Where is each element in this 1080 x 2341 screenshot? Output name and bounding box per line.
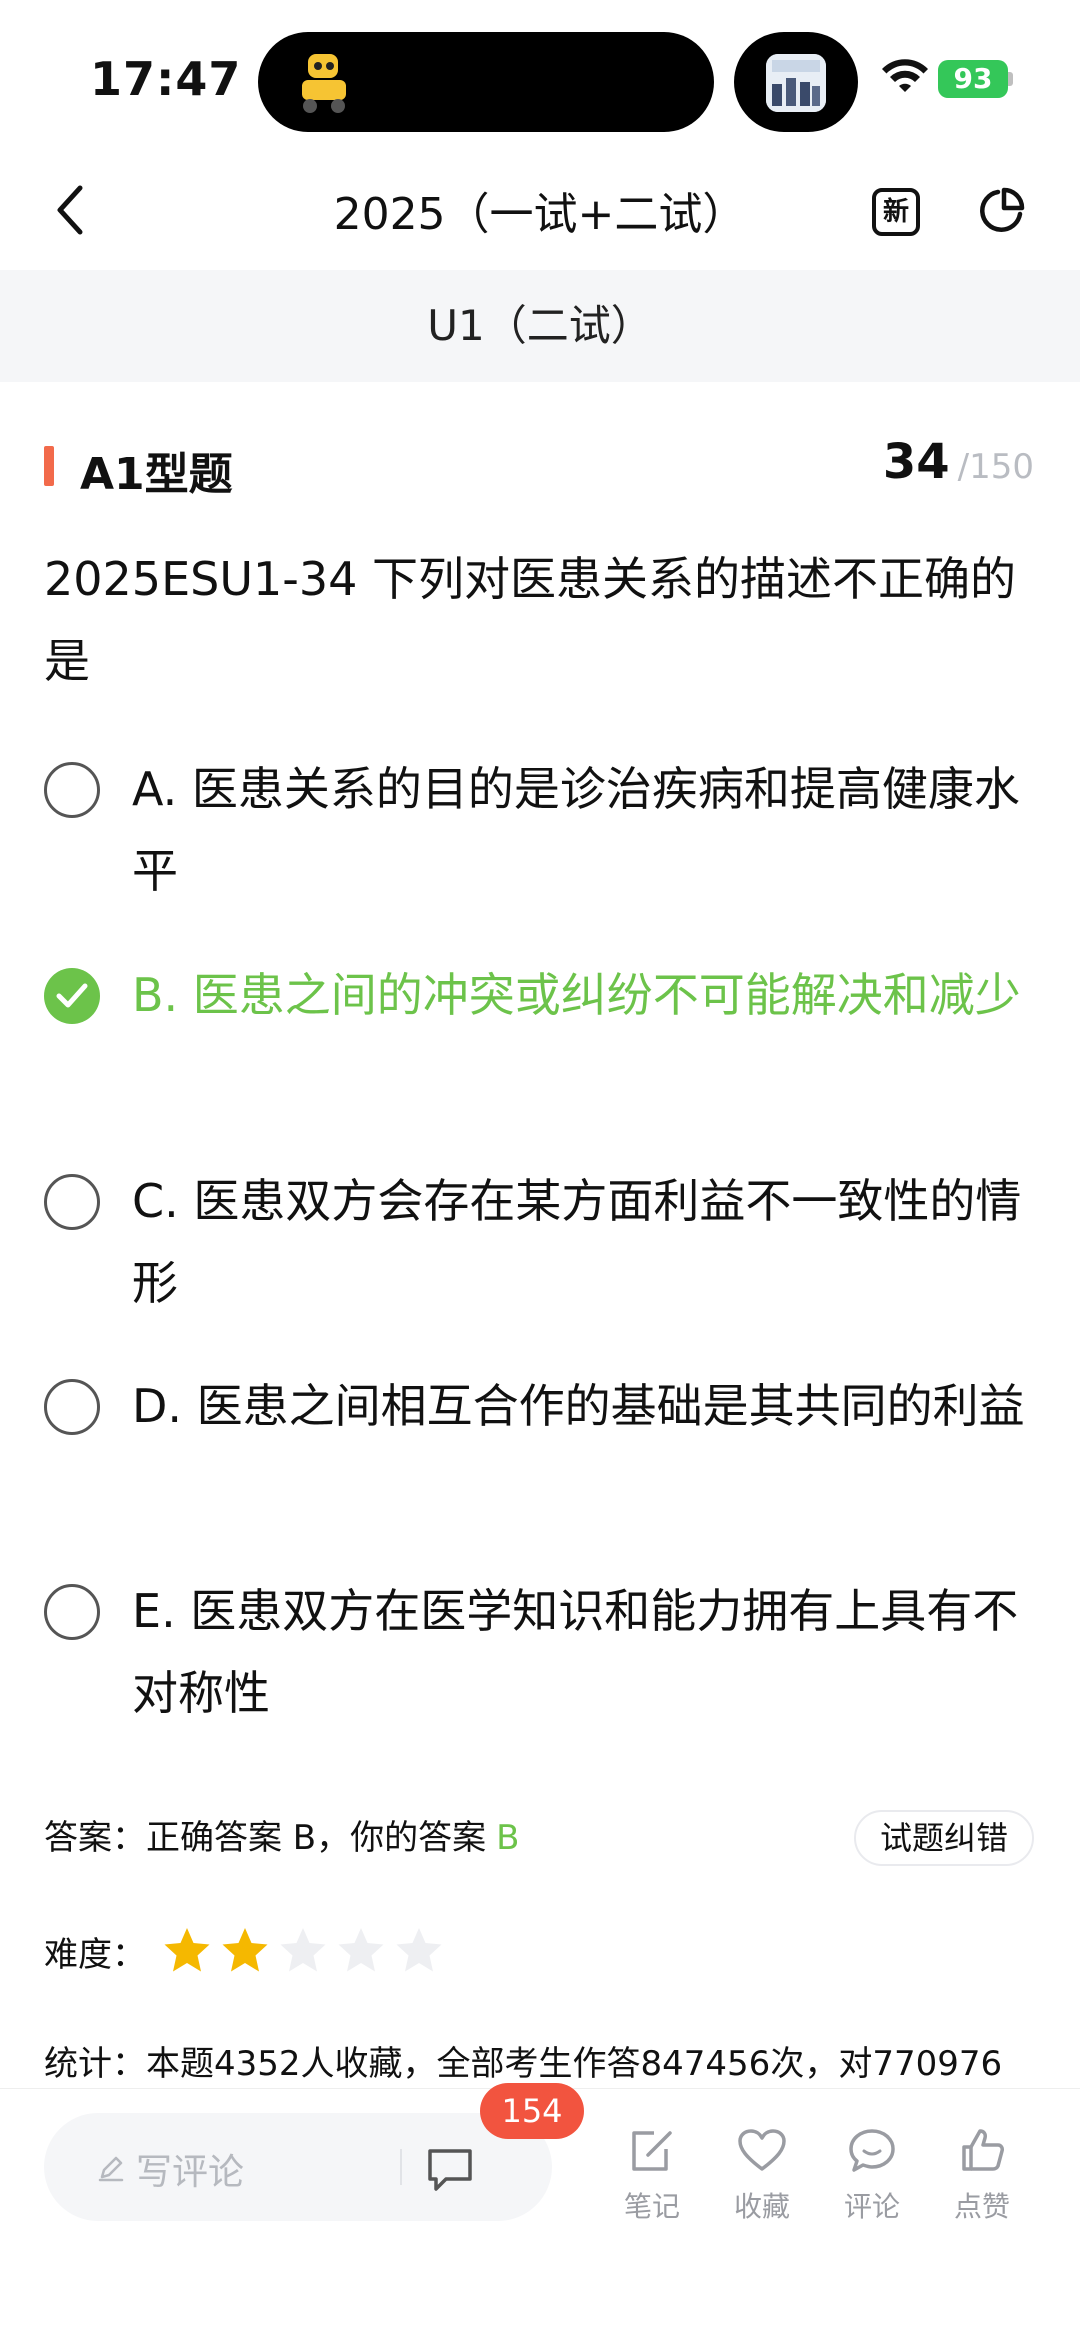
status-time: 17:47 xyxy=(90,52,242,106)
video-thumbnail-icon xyxy=(766,54,826,112)
type-accent-bar xyxy=(44,446,54,486)
pie-chart-icon[interactable] xyxy=(976,186,1026,236)
heart-icon xyxy=(738,2129,786,2171)
new-icon[interactable]: 新 xyxy=(872,188,920,236)
bottom-action-bar: 写评论 154 笔记 收藏 评论 点赞 xyxy=(0,2083,1080,2341)
stats-row: 统计：本题4352人收藏，全部考生作答847456次，对770976 xyxy=(44,2036,1044,2085)
question-type-label: A1型题 xyxy=(80,449,233,500)
radio-unchecked-icon[interactable] xyxy=(44,1174,100,1230)
question-stem: 2025ESU1-34 下列对医患关系的描述不正确的是 xyxy=(44,552,1017,688)
difficulty-stars xyxy=(160,1924,450,1978)
comment-label: 评论 xyxy=(843,2190,900,2223)
option-e[interactable]: E. 医患双方在医学知识和能力拥有上具有不对称性 xyxy=(44,1570,1044,1734)
comment-input[interactable]: 写评论 154 xyxy=(44,2083,584,2221)
option-a[interactable]: A. 医患关系的目的是诊治疾病和提高健康水平 xyxy=(44,748,1044,912)
dynamic-island xyxy=(258,32,714,132)
comment-count-badge: 154 xyxy=(480,2083,584,2139)
option-text: A. 医患关系的目的是诊治疾病和提高健康水平 xyxy=(132,762,1020,898)
comments-icon[interactable] xyxy=(424,2143,476,2195)
report-error-button[interactable]: 试题纠错 xyxy=(854,1810,1034,1866)
answer-row: 答案：正确答案 B，你的答案 B xyxy=(44,1810,519,1859)
difficulty-row: 难度： xyxy=(44,1924,450,1978)
favorite-label: 收藏 xyxy=(733,2190,790,2223)
option-text: D. 医患之间相互合作的基础是其共同的利益 xyxy=(132,1379,1025,1433)
comment-divider xyxy=(400,2149,402,2185)
nav-bar: 2025（一试+二试） 新 xyxy=(0,150,1080,270)
question-progress: 34/150 xyxy=(883,434,1034,490)
answer-prefix: 答案： xyxy=(44,1818,146,1858)
note-label: 笔记 xyxy=(623,2190,680,2223)
option-c[interactable]: C. 医患双方会存在某方面利益不一致性的情形 xyxy=(44,1160,1044,1324)
star-filled-icon xyxy=(164,1928,210,1972)
comment-button[interactable]: 评论 xyxy=(822,2125,922,2225)
thumbs-up-icon xyxy=(962,2129,1004,2171)
like-button[interactable]: 点赞 xyxy=(932,2125,1032,2225)
battery-cap xyxy=(1008,72,1013,86)
comment-bubble-icon xyxy=(849,2129,895,2172)
radio-unchecked-icon[interactable] xyxy=(44,1584,100,1640)
battery-indicator: 93 xyxy=(938,60,1008,98)
radio-checked-icon[interactable] xyxy=(44,968,100,1024)
answer-correct-text: 正确答案 B，你的答案 xyxy=(146,1818,487,1858)
option-text: B. 医患之间的冲突或纠纷不可能解决和减少 xyxy=(132,968,1021,1022)
note-button[interactable]: 笔记 xyxy=(602,2125,702,2225)
question-total: /150 xyxy=(957,447,1034,487)
wifi-icon xyxy=(882,59,928,92)
status-bar: 17:47 93 xyxy=(0,0,1080,150)
live-activity-pill xyxy=(734,32,858,132)
star-empty-icon xyxy=(280,1928,326,1972)
radio-unchecked-icon[interactable] xyxy=(44,762,100,818)
favorite-button[interactable]: 收藏 xyxy=(712,2125,812,2225)
option-text: C. 医患双方会存在某方面利益不一致性的情形 xyxy=(132,1174,1022,1310)
star-filled-icon xyxy=(222,1928,268,1972)
option-d[interactable]: D. 医患之间相互合作的基础是其共同的利益 xyxy=(44,1365,1044,1447)
like-label: 点赞 xyxy=(953,2190,1010,2223)
answer-mine: B xyxy=(496,1818,520,1858)
stats-label: 统计： xyxy=(44,2044,146,2084)
question-current: 34 xyxy=(882,434,950,490)
star-empty-icon xyxy=(396,1928,442,1972)
stats-text: 本题4352人收藏，全部考生作答847456次，对770976 xyxy=(146,2044,1003,2084)
option-b[interactable]: B. 医患之间的冲突或纠纷不可能解决和减少 xyxy=(44,954,1044,1036)
difficulty-label: 难度： xyxy=(44,1934,146,1975)
pencil-icon xyxy=(98,2156,124,2182)
mascot-icon xyxy=(302,54,346,113)
radio-unchecked-icon[interactable] xyxy=(44,1379,100,1435)
note-icon xyxy=(632,2131,672,2171)
star-empty-icon xyxy=(338,1928,384,1972)
section-subheader: U1（二试） xyxy=(0,270,1080,382)
comment-placeholder: 写评论 xyxy=(136,2152,245,2193)
option-text: E. 医患双方在医学知识和能力拥有上具有不对称性 xyxy=(132,1584,1019,1720)
